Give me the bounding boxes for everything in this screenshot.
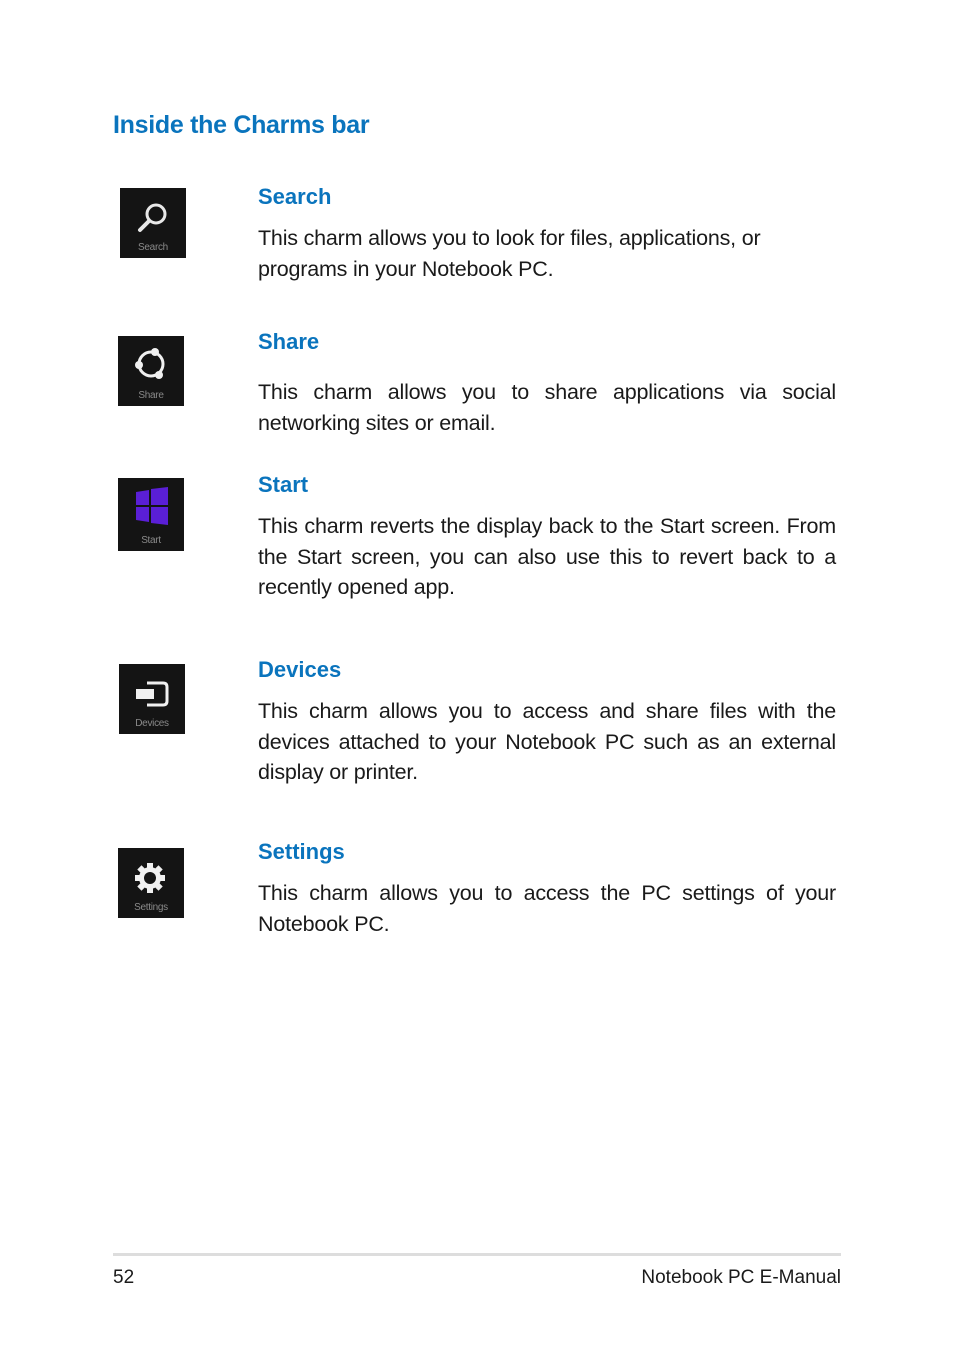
tile-label: Start <box>141 535 161 546</box>
charm-heading: Start <box>258 472 309 497</box>
page-number: 52 <box>113 1267 135 1288</box>
manual-title: Notebook PC E-Manual <box>641 1267 841 1288</box>
page-title: Inside the Charms bar <box>113 111 370 139</box>
footer-divider <box>113 1253 841 1256</box>
charm-description: This charm allows you to access the PC s… <box>258 881 836 936</box>
tile-label: Share <box>138 390 164 401</box>
charm-heading: Settings <box>258 839 345 864</box>
charm-description: This charm reverts the display back to t… <box>258 514 836 599</box>
devices-charm-tile: Devices <box>119 664 185 734</box>
tile-label: Settings <box>134 902 168 913</box>
charm-description: This charm allows you to look for files,… <box>258 226 761 281</box>
settings-charm-tile: Settings <box>118 848 184 918</box>
charm-description: This charm allows you to access and shar… <box>258 699 836 784</box>
tile-label: Devices <box>135 718 169 729</box>
charm-heading: Share <box>258 329 320 354</box>
start-charm-tile: Start <box>118 478 184 551</box>
charm-heading: Devices <box>258 657 342 682</box>
charm-heading: Search <box>258 184 332 209</box>
tile-label: Search <box>138 242 168 253</box>
share-charm-tile: Share <box>118 336 184 406</box>
search-charm-tile: Search <box>120 188 186 258</box>
charm-description: This charm allows you to share applicati… <box>258 380 836 435</box>
